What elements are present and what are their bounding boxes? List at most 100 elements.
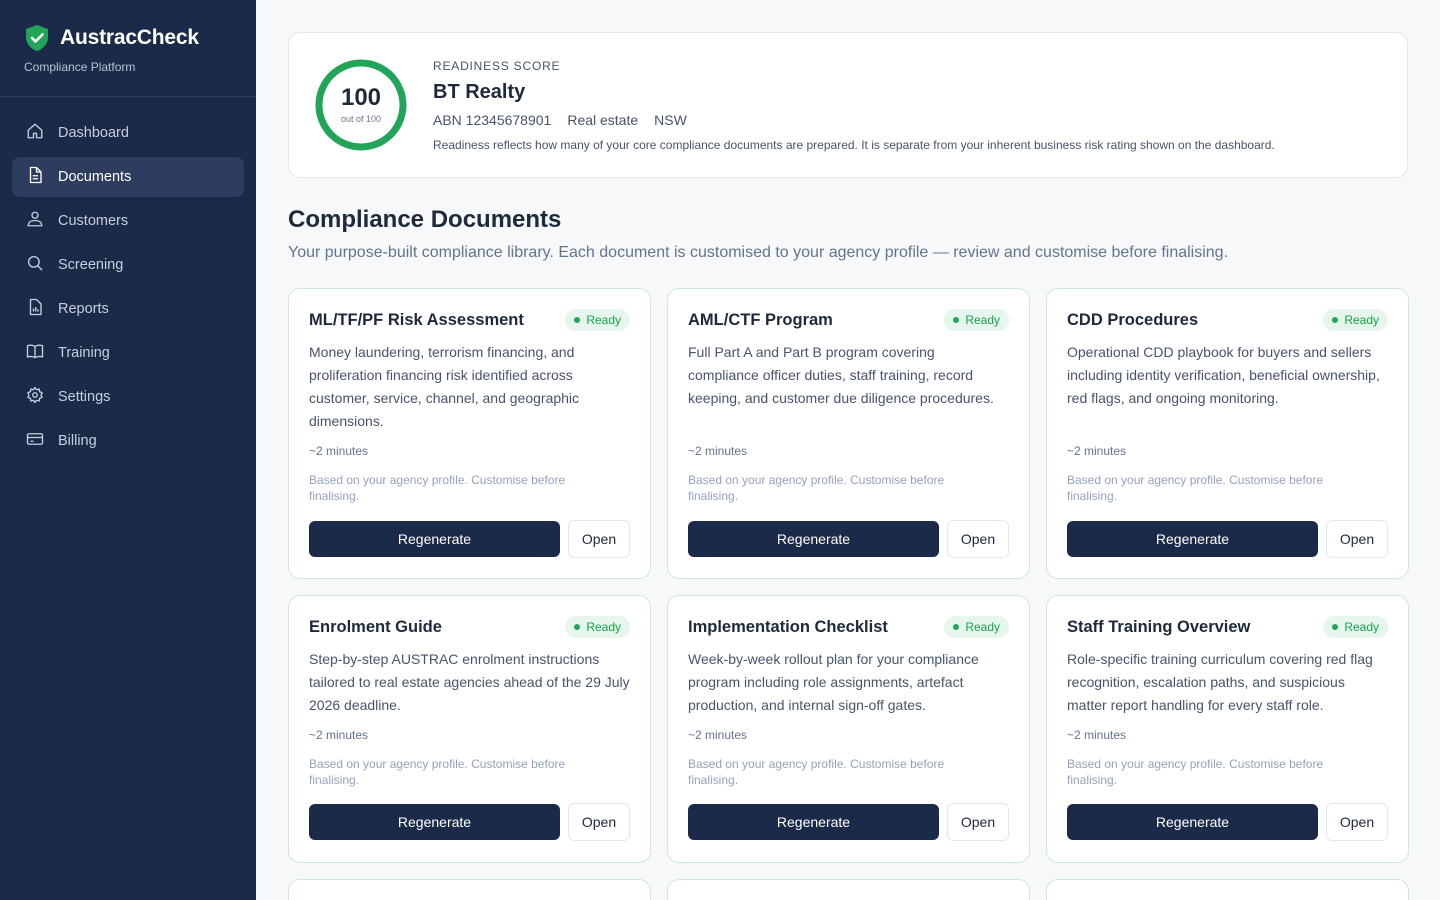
sidebar-item-documents[interactable]: Documents	[12, 157, 244, 197]
app-name: AustracCheck	[60, 26, 199, 49]
document-title: ML/TF/PF Risk Assessment	[309, 310, 524, 329]
document-time-estimate: ~2 minutes	[688, 728, 748, 742]
shield-check-icon	[24, 24, 50, 52]
document-note: Based on your agency profile. Customise …	[1067, 757, 1324, 787]
readiness-score-caption: out of 100	[340, 114, 382, 124]
status-dot-icon	[953, 317, 960, 323]
main-content: 100 out of 100 READINESS SCORE BT Realty…	[256, 0, 1440, 900]
regenerate-button[interactable]: Regenerate	[309, 804, 560, 840]
sidebar-item-label: Documents	[58, 169, 132, 185]
regenerate-button[interactable]: Regenerate	[688, 521, 939, 557]
business-name: BT Realty	[433, 80, 526, 103]
document-note: Based on your agency profile. Customise …	[688, 757, 945, 787]
open-button[interactable]: Open	[568, 520, 630, 558]
regenerate-button[interactable]: Regenerate	[688, 804, 939, 840]
readiness-score-ring: 100 out of 100	[315, 59, 407, 151]
document-time-estimate: ~2 minutes	[1067, 444, 1127, 458]
status-badge: Ready	[944, 309, 1009, 331]
status-dot-icon	[953, 624, 960, 630]
readiness-score-value: 100	[340, 84, 382, 111]
status-dot-icon	[574, 317, 581, 323]
document-note: Based on your agency profile. Customise …	[1067, 473, 1324, 503]
users-icon	[26, 210, 44, 232]
document-title: Implementation Checklist	[688, 617, 888, 636]
open-button[interactable]: Open	[568, 803, 630, 841]
document-title: Staff Training Overview	[1067, 617, 1251, 636]
document-title: AML/CTF Program	[688, 310, 833, 329]
sidebar-item-label: Reports	[58, 301, 109, 317]
documents-grid: ML/TF/PF Risk Assessment Ready Money lau…	[288, 288, 1409, 900]
open-button[interactable]: Open	[1326, 520, 1388, 558]
open-button[interactable]: Open	[1326, 803, 1388, 841]
credit-card-icon	[26, 430, 44, 452]
readiness-score-card: 100 out of 100 READINESS SCORE BT Realty…	[288, 32, 1408, 178]
status-badge: Ready	[565, 309, 630, 331]
document-description: Step-by-step AUSTRAC enrolment instructi…	[309, 651, 630, 713]
document-card-partial	[1046, 879, 1409, 900]
status-badge: Ready	[944, 616, 1009, 638]
status-dot-icon	[1332, 317, 1339, 323]
brand: AustracCheck Compliance Platform	[0, 0, 256, 97]
document-note: Based on your agency profile. Customise …	[688, 473, 945, 503]
regenerate-button[interactable]: Regenerate	[1067, 804, 1318, 840]
readiness-label: READINESS SCORE	[433, 58, 561, 73]
status-dot-icon	[574, 624, 581, 630]
book-icon	[26, 342, 44, 364]
sidebar-item-label: Billing	[58, 433, 97, 449]
sidebar-item-training[interactable]: Training	[12, 333, 244, 373]
sidebar-item-label: Training	[58, 345, 110, 361]
document-title: CDD Procedures	[1067, 310, 1199, 329]
page-subtitle: Your purpose-built compliance library. E…	[288, 244, 1229, 261]
document-description: Role-specific training curriculum coveri…	[1067, 651, 1373, 713]
business-industry: Real estate	[567, 111, 639, 128]
document-card-risk-assessment: ML/TF/PF Risk Assessment Ready Money lau…	[288, 288, 651, 579]
sidebar-item-screening[interactable]: Screening	[12, 245, 244, 285]
readiness-note: Readiness reflects how many of your core…	[433, 137, 1275, 152]
document-card-staff-training: Staff Training Overview Ready Role-speci…	[1046, 595, 1409, 863]
document-card-partial	[288, 879, 651, 900]
document-note: Based on your agency profile. Customise …	[309, 473, 566, 503]
status-badge: Ready	[565, 616, 630, 638]
document-description: Money laundering, terrorism financing, a…	[309, 344, 580, 429]
status-badge: Ready	[1323, 616, 1388, 638]
document-card-aml-ctf-program: AML/CTF Program Ready Full Part A and Pa…	[667, 288, 1030, 579]
report-icon	[26, 298, 44, 320]
document-title: Enrolment Guide	[309, 617, 442, 636]
sidebar-item-label: Customers	[58, 213, 129, 229]
gear-icon	[26, 386, 44, 408]
sidebar: AustracCheck Compliance Platform Dashboa…	[0, 0, 256, 900]
page-title: Compliance Documents	[288, 206, 562, 233]
open-button[interactable]: Open	[947, 520, 1009, 558]
sidebar-nav: Dashboard Documents Customers Screening …	[0, 97, 256, 481]
document-note: Based on your agency profile. Customise …	[309, 757, 566, 787]
sidebar-item-settings[interactable]: Settings	[12, 377, 244, 417]
document-card-partial	[667, 879, 1030, 900]
sidebar-item-customers[interactable]: Customers	[12, 201, 244, 241]
document-time-estimate: ~2 minutes	[688, 444, 748, 458]
sidebar-item-label: Dashboard	[58, 125, 129, 141]
document-icon	[26, 166, 44, 188]
document-description: Week-by-week rollout plan for your compl…	[688, 651, 979, 713]
document-description: Operational CDD playbook for buyers and …	[1067, 344, 1380, 406]
sidebar-item-billing[interactable]: Billing	[12, 421, 244, 461]
status-badge: Ready	[1323, 309, 1388, 331]
regenerate-button[interactable]: Regenerate	[1067, 521, 1318, 557]
business-state: NSW	[654, 111, 687, 128]
search-icon	[26, 254, 44, 276]
app-subtitle: Compliance Platform	[24, 60, 136, 74]
sidebar-item-dashboard[interactable]: Dashboard	[12, 113, 244, 153]
sidebar-item-label: Settings	[58, 389, 111, 405]
document-time-estimate: ~2 minutes	[1067, 728, 1127, 742]
document-description: Full Part A and Part B program covering …	[688, 344, 994, 406]
sidebar-item-label: Screening	[58, 257, 124, 273]
home-icon	[26, 122, 44, 144]
open-button[interactable]: Open	[947, 803, 1009, 841]
business-abn: ABN 12345678901	[433, 111, 552, 128]
sidebar-item-reports[interactable]: Reports	[12, 289, 244, 329]
document-card-cdd-procedures: CDD Procedures Ready Operational CDD pla…	[1046, 288, 1409, 579]
document-card-implementation-checklist: Implementation Checklist Ready Week-by-w…	[667, 595, 1030, 863]
regenerate-button[interactable]: Regenerate	[309, 521, 560, 557]
document-time-estimate: ~2 minutes	[309, 728, 369, 742]
document-time-estimate: ~2 minutes	[309, 444, 369, 458]
status-dot-icon	[1332, 624, 1339, 630]
